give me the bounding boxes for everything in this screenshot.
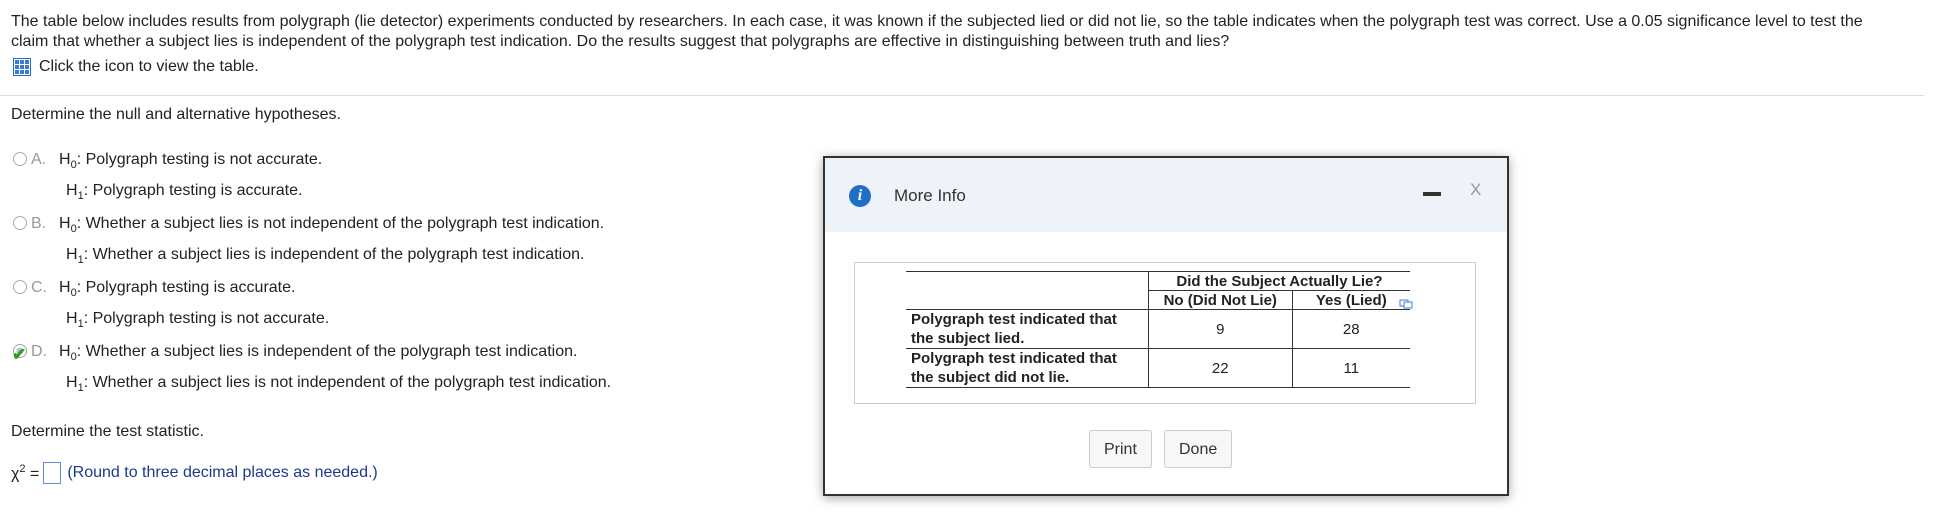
- option-d-radio[interactable]: ✔: [12, 344, 27, 364]
- copy-table-icon[interactable]: [1399, 299, 1413, 309]
- table-row: Polygraph test indicated that the subjec…: [906, 309, 1410, 349]
- dialog-header: i More Info X: [825, 158, 1507, 232]
- print-button[interactable]: Print: [1089, 430, 1152, 468]
- option-c-h1: H1: Polygraph testing is not accurate.: [66, 310, 330, 330]
- option-c-radio[interactable]: [13, 280, 27, 294]
- cell-yes: 11: [1291, 348, 1410, 388]
- cell-no: 9: [1148, 309, 1293, 349]
- more-info-dialog: i More Info X Did the Subject Actually L…: [823, 156, 1509, 496]
- option-a-h1: H1: Polygraph testing is accurate.: [66, 182, 303, 202]
- option-b-h0: H0: Whether a subject lies is not indepe…: [59, 215, 605, 235]
- cell-yes: 28: [1291, 309, 1410, 349]
- chi-square-label: χ2 =: [11, 462, 40, 483]
- minimize-icon[interactable]: [1423, 192, 1441, 196]
- col-header-no: No (Did Not Lie): [1148, 290, 1293, 310]
- group-header: Did the Subject Actually Lie?: [1148, 271, 1410, 291]
- checkmark-icon: ✔: [12, 345, 27, 364]
- row-label: Polygraph test indicated that the subjec…: [906, 348, 1149, 388]
- option-c-letter: C.: [31, 279, 47, 296]
- option-c-h0: H0: Polygraph testing is accurate.: [59, 279, 296, 299]
- option-a-letter: A.: [31, 151, 47, 168]
- option-a[interactable]: A. H0: Polygraph testing is not accurate.…: [13, 147, 322, 209]
- close-icon[interactable]: X: [1470, 180, 1481, 200]
- option-d-h1: H1: Whether a subject lies is not indepe…: [66, 374, 612, 394]
- hypotheses-prompt: Determine the null and alternative hypot…: [11, 106, 341, 123]
- dialog-title: More Info: [894, 186, 966, 205]
- option-d-h0: H0: Whether a subject lies is independen…: [59, 343, 578, 363]
- view-table-row: Click the icon to view the table.: [13, 58, 259, 76]
- round-hint: (Round to three decimal places as needed…: [67, 464, 378, 481]
- click-icon-text: Click the icon to view the table.: [39, 58, 259, 75]
- table-icon[interactable]: [13, 58, 31, 76]
- contingency-table: Did the Subject Actually Lie? No (Did No…: [906, 271, 1410, 388]
- option-a-h0: H0: Polygraph testing is not accurate.: [59, 151, 323, 171]
- question-intro: The table below includes results from po…: [11, 13, 1863, 50]
- cell-no: 22: [1148, 348, 1293, 388]
- option-a-radio[interactable]: [13, 152, 27, 166]
- option-b-h1: H1: Whether a subject lies is independen…: [66, 246, 585, 266]
- option-b-letter: B.: [31, 215, 47, 232]
- option-d-letter: D.: [31, 343, 47, 360]
- option-b[interactable]: B. H0: Whether a subject lies is not inde…: [13, 211, 604, 273]
- row-label: Polygraph test indicated that the subjec…: [906, 309, 1149, 349]
- test-statistic-prompt: Determine the test statistic.: [11, 423, 204, 440]
- option-c[interactable]: C. H0: Polygraph testing is accurate. H1:…: [13, 275, 329, 337]
- option-d[interactable]: ✔ D. H0: Whether a subject lies is indepen…: [12, 339, 612, 401]
- divider: [0, 95, 1924, 96]
- col-header-yes: Yes (Lied): [1291, 290, 1410, 310]
- option-b-radio[interactable]: [13, 216, 27, 230]
- contingency-table-frame: Did the Subject Actually Lie? No (Did No…: [854, 262, 1476, 404]
- chi-square-input[interactable]: [43, 462, 62, 484]
- table-row: Polygraph test indicated that the subjec…: [906, 348, 1410, 388]
- done-button[interactable]: Done: [1164, 430, 1233, 468]
- info-icon: i: [849, 185, 871, 207]
- chi-square-answer-row: χ2 = (Round to three decimal places as n…: [11, 462, 378, 484]
